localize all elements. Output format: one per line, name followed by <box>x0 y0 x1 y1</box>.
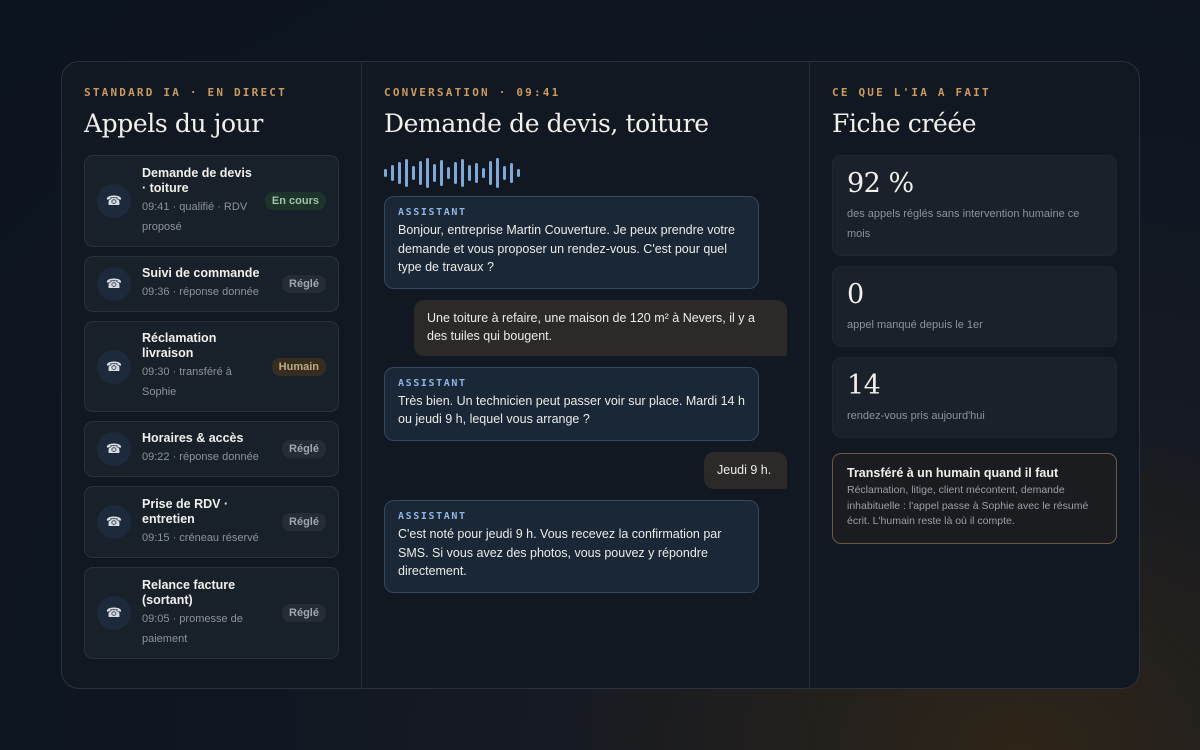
waveform-bar <box>482 168 485 178</box>
summary-panel: CE QUE L'IA A FAIT Fiche créée 92 % des … <box>810 62 1139 688</box>
waveform-bar <box>384 169 387 177</box>
call-subtitle: 09:22 · réponse donnée <box>142 451 259 463</box>
assistant-message: ASSISTANT Très bien. Un technicien peut … <box>384 366 759 441</box>
conversation-eyebrow: CONVERSATION · 09:41 <box>384 86 561 99</box>
stats-list: 92 % des appels réglés sans intervention… <box>832 155 1117 438</box>
status-badge: Réglé <box>282 604 326 622</box>
waveform-bar <box>447 167 450 179</box>
conversation-panel: CONVERSATION · 09:41 Demande de devis, t… <box>362 62 810 688</box>
assistant-message: ASSISTANT C'est noté pour jeudi 9 h. Vou… <box>384 500 759 593</box>
message-text: Bonjour, entreprise Martin Couverture. J… <box>398 223 735 274</box>
calls-panel: STANDARD IA · EN DIRECT Appels du jour ☎… <box>62 62 362 688</box>
waveform-bar <box>426 158 429 188</box>
phone-icon: ☎ <box>97 349 131 384</box>
stat-value: 0 <box>847 279 864 310</box>
waveform-bar <box>398 162 401 184</box>
waveform-bar <box>433 164 436 182</box>
stat-value: 92 % <box>847 168 914 199</box>
assistant-label: ASSISTANT <box>398 511 467 522</box>
human-handoff-note: Transféré à un humain quand il faut Récl… <box>832 453 1117 544</box>
waveform-bar <box>468 165 471 181</box>
call-title: Prise de RDV · entretien <box>142 496 229 526</box>
waveform-bar <box>461 159 464 187</box>
call-title: Suivi de commande <box>142 266 260 280</box>
status-badge: Réglé <box>282 440 326 458</box>
phone-icon: ☎ <box>97 596 131 630</box>
call-subtitle: 09:41 · qualifié · RDV proposé <box>142 200 248 233</box>
summary-eyebrow: CE QUE L'IA A FAIT <box>832 86 991 99</box>
waveform-bar <box>475 163 478 183</box>
assistant-label: ASSISTANT <box>398 207 467 218</box>
stat-label: appel manqué depuis le 1er <box>847 319 983 331</box>
user-message: Une toiture à refaire, une maison de 120… <box>414 299 787 356</box>
waveform-bar <box>440 160 443 186</box>
call-item[interactable]: ☎ Suivi de commande 09:36 · réponse donn… <box>84 256 339 312</box>
audio-waveform-icon <box>384 157 787 189</box>
message-text: C'est noté pour jeudi 9 h. Vous recevez … <box>398 527 722 578</box>
status-badge: Réglé <box>282 275 326 293</box>
stat-card: 0 appel manqué depuis le 1er <box>832 266 1117 347</box>
note-text: Réclamation, litige, client mécontent, d… <box>847 484 1089 527</box>
calls-list: ☎ Demande de devis · toiture 09:41 · qua… <box>84 155 339 659</box>
call-subtitle: 09:05 · promesse de paiement <box>142 612 243 645</box>
waveform-bar <box>454 162 457 184</box>
phone-icon: ☎ <box>97 267 131 301</box>
waveform-bar <box>517 169 520 177</box>
message-text: Très bien. Un technicien peut passer voi… <box>398 393 745 427</box>
stat-card: 14 rendez-vous pris aujourd'hui <box>832 357 1117 438</box>
call-title: Horaires & accès <box>142 431 244 445</box>
call-item[interactable]: ☎ Demande de devis · toiture 09:41 · qua… <box>84 155 339 247</box>
conversation-title: Demande de devis, toiture <box>384 109 709 138</box>
summary-title: Fiche créée <box>832 109 977 138</box>
call-item[interactable]: ☎ Réclamation livraison 09:30 · transfér… <box>84 321 339 412</box>
waveform-bar <box>489 161 492 185</box>
call-item[interactable]: ☎ Prise de RDV · entretien 09:15 · créne… <box>84 486 339 558</box>
dashboard-frame: STANDARD IA · EN DIRECT Appels du jour ☎… <box>61 61 1140 689</box>
stat-label: des appels réglés sans intervention huma… <box>847 208 1080 240</box>
waveform-bar <box>419 161 422 185</box>
status-badge: Réglé <box>282 513 326 531</box>
calls-eyebrow: STANDARD IA · EN DIRECT <box>84 86 287 99</box>
assistant-message: ASSISTANT Bonjour, entreprise Martin Cou… <box>384 196 759 289</box>
call-subtitle: 09:15 · créneau réservé <box>142 531 259 544</box>
call-item[interactable]: ☎ Relance facture (sortant) 09:05 · prom… <box>84 567 339 659</box>
call-title: Réclamation livraison <box>142 331 217 360</box>
status-badge: Humain <box>271 357 326 376</box>
waveform-bar <box>391 165 394 181</box>
phone-icon: ☎ <box>97 505 131 539</box>
call-title: Relance facture (sortant) <box>142 577 236 607</box>
waveform-bar <box>503 166 506 180</box>
status-badge: En cours <box>264 192 326 210</box>
phone-icon: ☎ <box>97 184 131 218</box>
waveform-bar <box>510 163 513 183</box>
message-list: ASSISTANT Bonjour, entreprise Martin Cou… <box>384 196 787 593</box>
waveform-bar <box>496 158 499 188</box>
assistant-label: ASSISTANT <box>398 377 467 389</box>
stat-value: 14 <box>847 370 881 401</box>
calls-title: Appels du jour <box>84 109 263 138</box>
call-subtitle: 09:30 · transféré à Sophie <box>142 366 232 398</box>
stat-label: rendez-vous pris aujourd'hui <box>847 410 985 422</box>
stat-card: 92 % des appels réglés sans intervention… <box>832 155 1117 256</box>
call-item[interactable]: ☎ Horaires & accès 09:22 · réponse donné… <box>84 421 339 477</box>
waveform-bar <box>405 159 408 187</box>
note-title: Transféré à un humain quand il faut <box>847 466 1059 480</box>
user-message: Jeudi 9 h. <box>704 451 787 489</box>
call-subtitle: 09:36 · réponse donnée <box>142 286 259 298</box>
waveform-bar <box>412 166 415 180</box>
call-title: Demande de devis · toiture <box>142 165 252 195</box>
phone-icon: ☎ <box>97 432 131 466</box>
